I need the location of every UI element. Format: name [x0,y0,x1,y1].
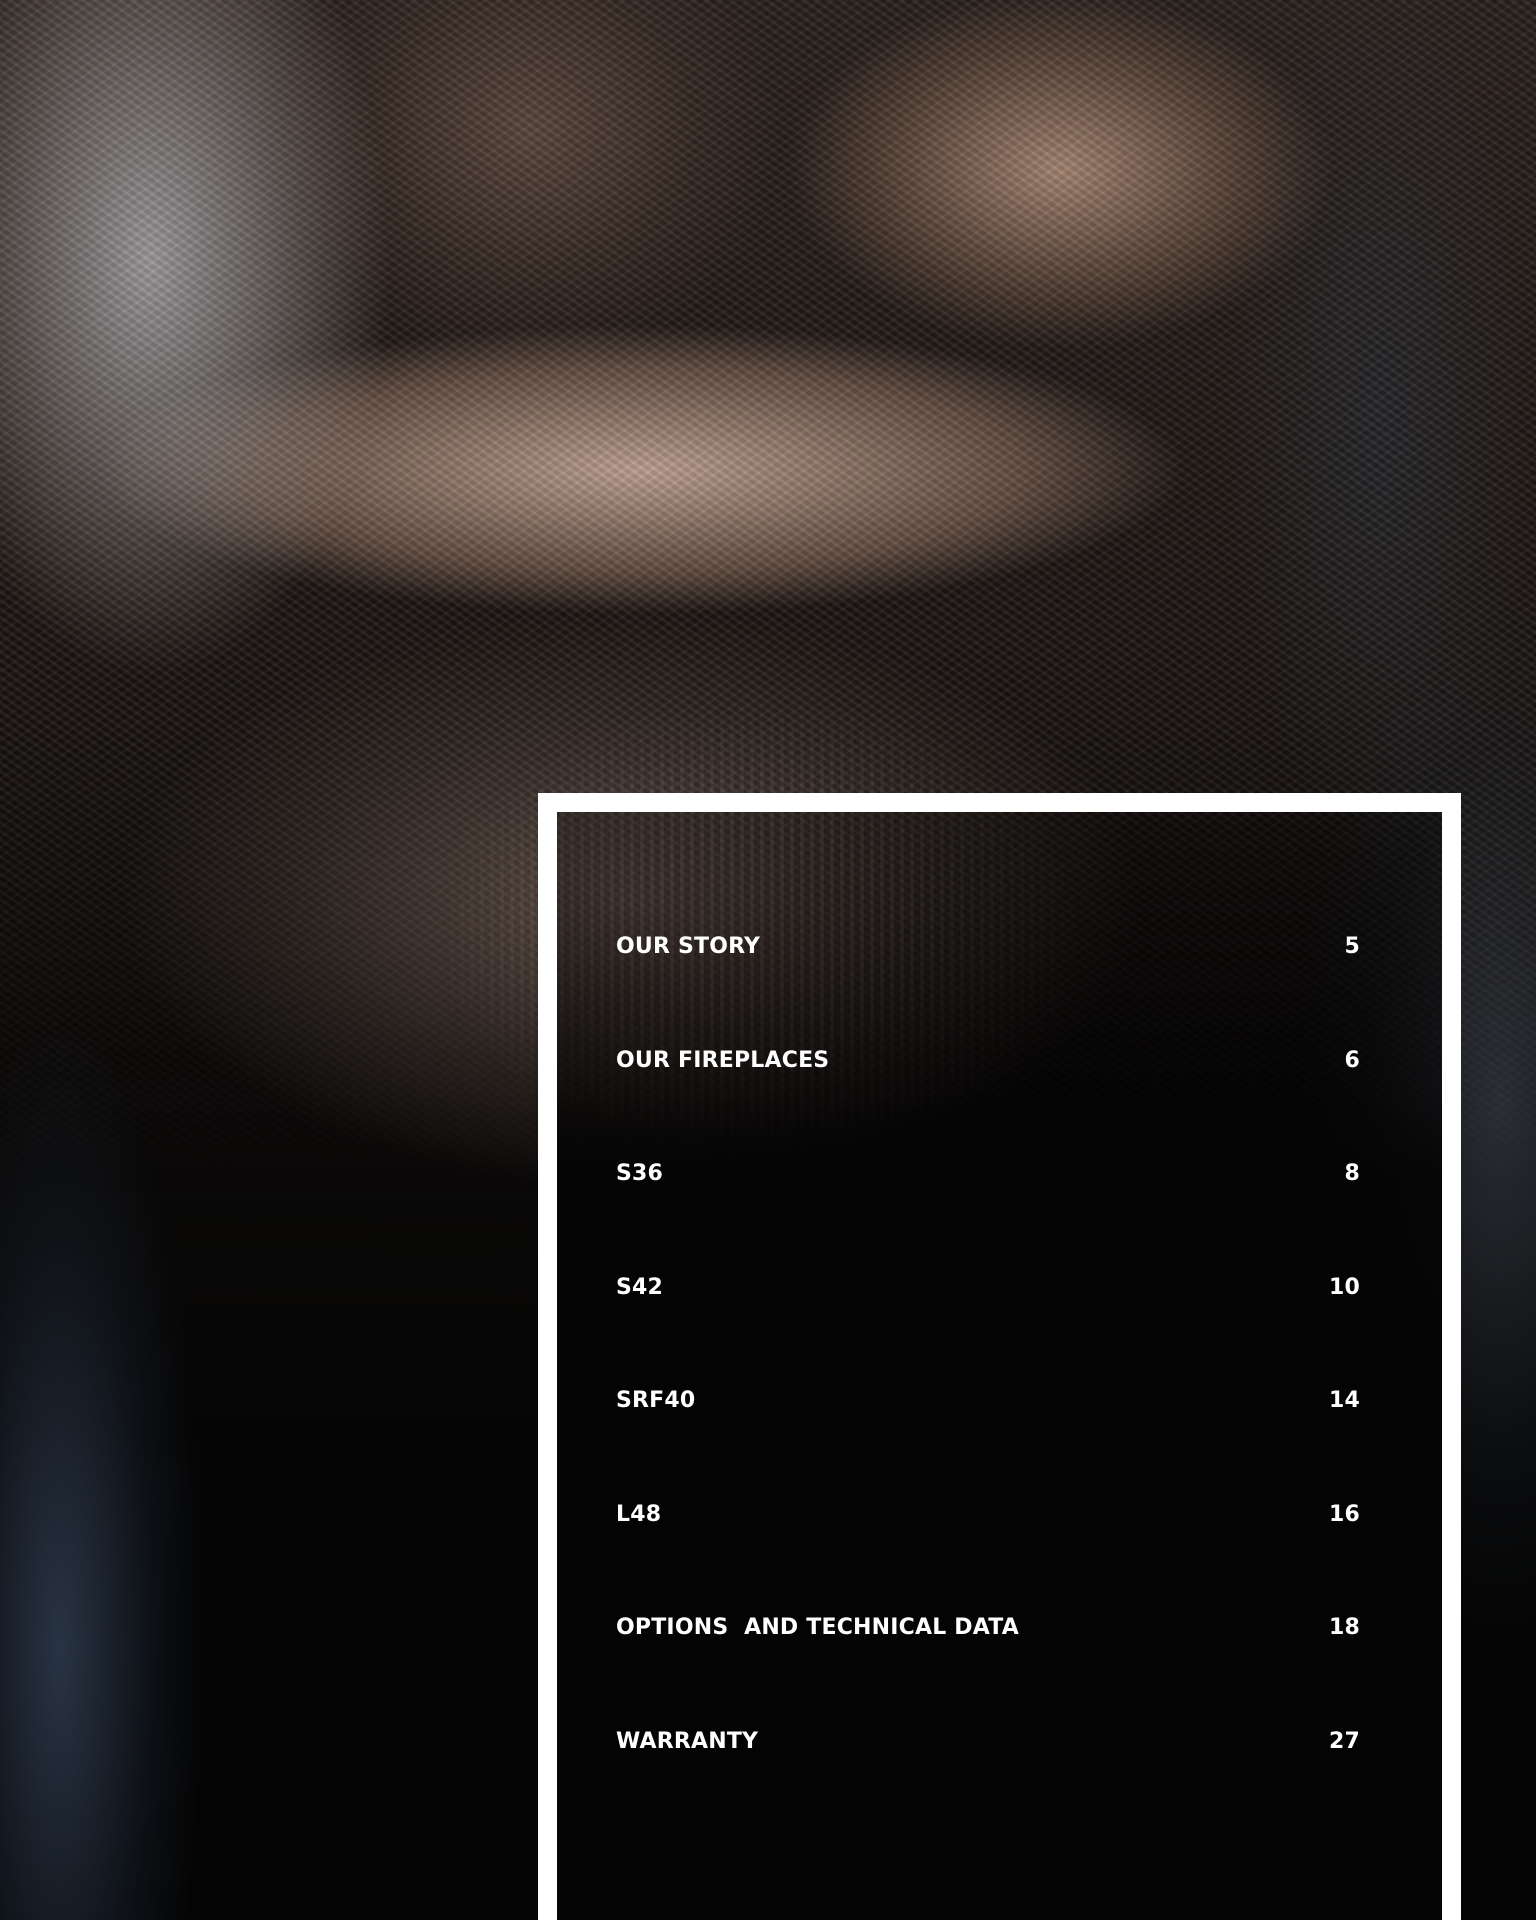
toc-entry-our-fireplaces[interactable]: OUR FIREPLACES 6 [616,1004,1360,1118]
toc-entry-title: S42 [616,1274,664,1300]
toc-entry-title: OUR STORY [616,934,761,960]
toc-entry-title: SRF40 [616,1388,696,1414]
toc-entry-page: 10 [1328,1274,1360,1300]
toc-entry-our-story[interactable]: OUR STORY 5 [616,890,1360,1004]
toc-entry-options-technical-data[interactable]: OPTIONS AND TECHNICAL DATA 18 [616,1571,1360,1685]
toc-entry-page: 16 [1328,1501,1360,1527]
toc-entry-s42[interactable]: S42 10 [616,1231,1360,1345]
toc-entry-title: OPTIONS AND TECHNICAL DATA [616,1615,1020,1641]
toc-entry-page: 18 [1328,1615,1360,1641]
toc-entry-title: L48 [616,1501,662,1527]
toc-entry-s36[interactable]: S36 8 [616,1117,1360,1231]
toc-entry-title: S36 [616,1161,664,1187]
toc-entry-page: 27 [1328,1728,1360,1754]
toc-entry-page: 8 [1344,1161,1360,1187]
toc-entry-page: 14 [1328,1388,1360,1414]
toc-entry-warranty[interactable]: WARRANTY 27 [616,1685,1360,1799]
toc-entry-page: 6 [1344,1047,1360,1073]
toc-entry-title: OUR FIREPLACES [616,1047,830,1073]
toc-entry-l48[interactable]: L48 16 [616,1458,1360,1572]
brochure-page: OUR STORY 5 OUR FIREPLACES 6 S36 8 S42 1… [0,0,1536,1920]
table-of-contents: OUR STORY 5 OUR FIREPLACES 6 S36 8 S42 1… [616,890,1360,1798]
toc-entry-page: 5 [1344,934,1360,960]
toc-entry-srf40[interactable]: SRF40 14 [616,1344,1360,1458]
toc-entry-title: WARRANTY [616,1728,759,1754]
